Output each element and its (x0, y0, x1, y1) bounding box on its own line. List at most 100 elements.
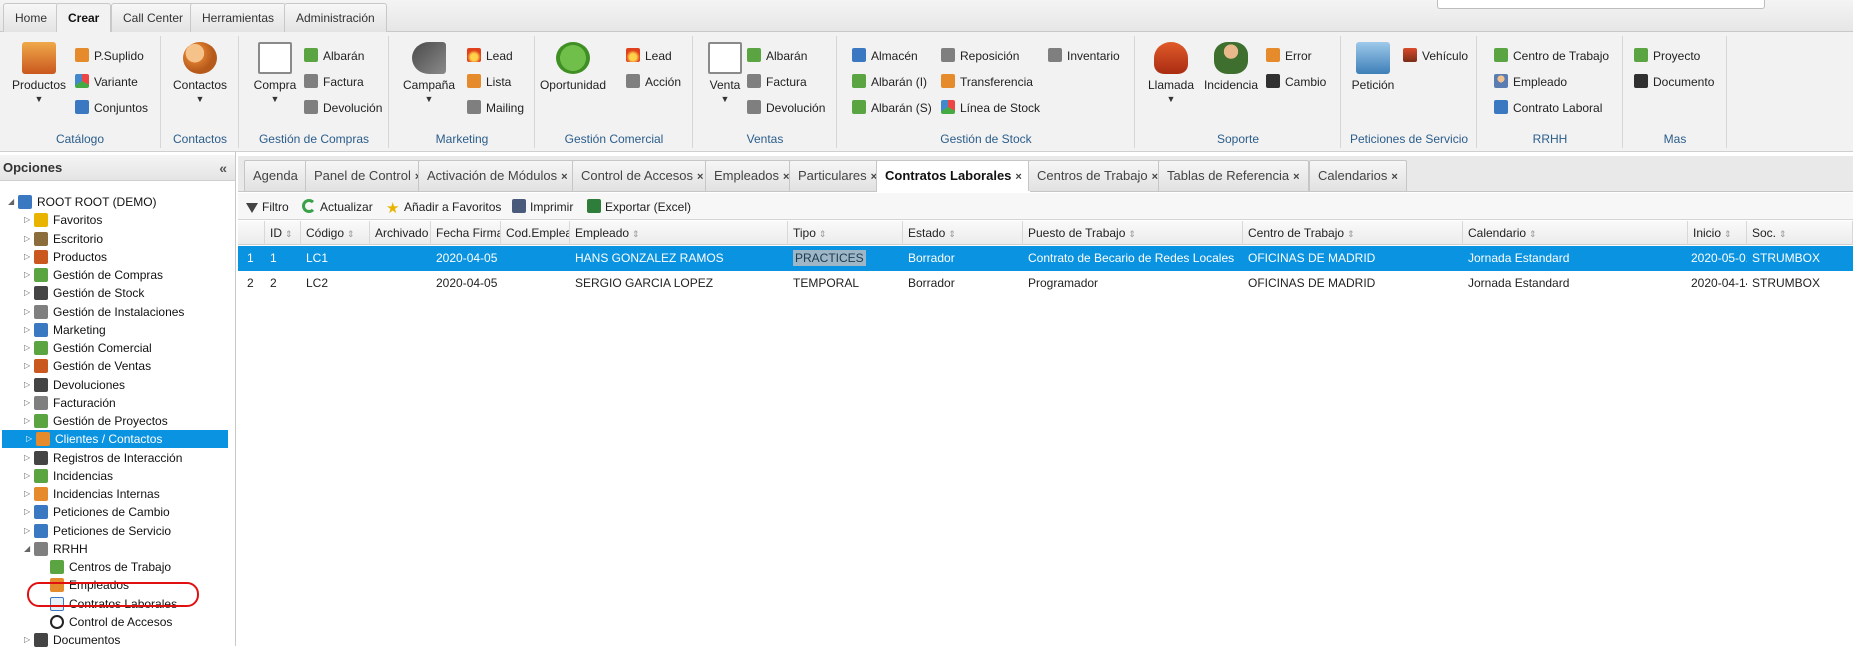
ventas-factura-button[interactable]: Factura (747, 73, 807, 91)
column-header-id[interactable]: ID ⇕ (265, 221, 301, 245)
compras-devolucion-button[interactable]: Devolución (304, 99, 382, 117)
column-header-inicio[interactable]: Inicio ⇕ (1688, 221, 1747, 245)
lista-button[interactable]: Lista (467, 73, 511, 91)
expanded-arrow-icon[interactable]: ◢ (8, 193, 14, 211)
tree-item-incidencias-internas[interactable]: ▷ Incidencias Internas (0, 485, 226, 503)
collapsed-arrow-icon[interactable]: ▷ (24, 631, 30, 649)
column-header-codigo[interactable]: Código ⇕ (301, 221, 370, 245)
empleado-button[interactable]: Empleado (1494, 73, 1567, 91)
contrato-laboral-button[interactable]: Contrato Laboral (1494, 99, 1602, 117)
collapsed-arrow-icon[interactable]: ▷ (24, 284, 30, 302)
tree-item-gestion-de-stock[interactable]: ▷ Gestión de Stock (0, 284, 226, 302)
collapsed-arrow-icon[interactable]: ▷ (24, 266, 30, 284)
tab-panel-de-control[interactable]: Panel de Control× (305, 160, 431, 191)
sort-icon[interactable]: ⇕ (948, 229, 956, 239)
collapsed-arrow-icon[interactable]: ▷ (24, 467, 30, 485)
collapsed-arrow-icon[interactable]: ▷ (24, 321, 30, 339)
ventas-albaran-button[interactable]: Albarán (747, 47, 807, 65)
tree-item-gestion-de-instalaciones[interactable]: ▷ Gestión de Instalaciones (0, 303, 226, 321)
tab-particulares[interactable]: Particulares × (789, 160, 887, 191)
inventario-button[interactable]: Inventario (1048, 47, 1120, 65)
collapsed-arrow-icon[interactable]: ▷ (24, 376, 30, 394)
filtro-button[interactable]: Filtro (246, 198, 289, 216)
sort-icon[interactable]: ⇕ (285, 229, 293, 239)
collapsed-arrow-icon[interactable]: ▷ (24, 412, 30, 430)
tree-item-productos[interactable]: ▷ Productos (0, 248, 226, 266)
tree-item-gestion-de-ventas[interactable]: ▷ Gestión de Ventas (0, 357, 226, 375)
column-header-soc[interactable]: Soc. ⇕ (1747, 221, 1853, 245)
close-tab-icon[interactable]: × (1293, 171, 1299, 183)
column-header-fecha-firma[interactable]: Fecha Firma (431, 221, 501, 245)
tree-item-centros-de-trabajo[interactable]: Centros de Trabajo (0, 558, 226, 576)
close-tab-icon[interactable]: × (561, 171, 567, 183)
tree-item-root-root-demo[interactable]: ◢ ROOT ROOT (DEMO) (0, 193, 226, 211)
tree-item-registros-de-interaccion[interactable]: ▷ Registros de Interacción (0, 449, 226, 467)
cambio-button[interactable]: Cambio (1266, 73, 1326, 91)
column-header-tipo[interactable]: Tipo ⇕ (788, 221, 903, 245)
mailing-button[interactable]: Mailing (467, 99, 524, 117)
sort-icon[interactable]: ⇕ (1347, 229, 1355, 239)
transferencia-button[interactable]: Transferencia (941, 73, 1033, 91)
tree-item-marketing[interactable]: ▷ Marketing (0, 321, 226, 339)
expanded-arrow-icon[interactable]: ◢ (24, 540, 30, 558)
tree-item-rrhh[interactable]: ◢ RRHH (0, 540, 226, 558)
albaran-entrada-button[interactable]: Albarán (I) (852, 73, 927, 91)
collapsed-arrow-icon[interactable]: ▷ (24, 230, 30, 248)
documento-button[interactable]: Documento (1634, 73, 1714, 91)
tab-tablas-de-referencia[interactable]: Tablas de Referencia × (1158, 160, 1309, 191)
contactos-button[interactable]: Contactos ▼ (169, 40, 231, 104)
collapsed-arrow-icon[interactable]: ▷ (24, 248, 30, 266)
sort-icon[interactable]: ⇕ (1128, 229, 1136, 239)
tree-item-incidencias[interactable]: ▷ Incidencias (0, 467, 226, 485)
tree-item-peticiones-de-servicio[interactable]: ▷ Peticiones de Servicio (0, 522, 226, 540)
tree-item-gestion-de-proyectos[interactable]: ▷ Gestión de Proyectos (0, 412, 226, 430)
column-header-cod-empleado[interactable]: Cod.Empleado (501, 221, 570, 245)
conjuntos-button[interactable]: Conjuntos (75, 99, 148, 117)
menu-tab-call-center[interactable]: Call Center (111, 3, 196, 32)
tree-item-gestion-comercial[interactable]: ▷ Gestión Comercial (0, 339, 226, 357)
oportunidad-button[interactable]: Oportunidad (538, 40, 608, 92)
ventas-devolucion-button[interactable]: Devolución (747, 99, 825, 117)
marketing-lead-button[interactable]: Lead (467, 47, 513, 65)
tab-empleados[interactable]: Empleados × (705, 160, 799, 191)
tree-item-documentos[interactable]: ▷ Documentos (0, 631, 226, 649)
collapsed-arrow-icon[interactable]: ▷ (24, 394, 30, 412)
compras-albaran-button[interactable]: Albarán (304, 47, 364, 65)
collapse-panel-icon[interactable]: « (219, 155, 227, 181)
menu-tab-crear[interactable]: Crear (56, 3, 112, 33)
comercial-lead-button[interactable]: Lead (626, 47, 672, 65)
close-tab-icon[interactable]: × (1391, 171, 1397, 183)
error-button[interactable]: Error (1266, 47, 1312, 65)
proyecto-button[interactable]: Proyecto (1634, 47, 1700, 65)
collapsed-arrow-icon[interactable]: ▷ (24, 357, 30, 375)
tree-item-escritorio[interactable]: ▷ Escritorio (0, 230, 226, 248)
tree-item-control-de-accesos[interactable]: Control de Accesos (0, 613, 226, 631)
tab-control-de-accesos[interactable]: Control de Accesos × (572, 160, 713, 191)
collapsed-arrow-icon[interactable]: ▷ (26, 430, 32, 448)
menu-tab-herramientas[interactable]: Herramientas (190, 3, 287, 32)
table-row[interactable]: 1 1 LC1 2020-04-05 HANS GONZALEZ RAMOS PRACTI… (238, 246, 1853, 271)
column-header-empleado[interactable]: Empleado ⇕ (570, 221, 788, 245)
column-header-archivado[interactable]: Archivado (370, 221, 431, 245)
incidencia-button[interactable]: Incidencia (1200, 40, 1262, 92)
top-search-box[interactable] (1437, 0, 1765, 9)
campana-button[interactable]: Campaña ▼ (398, 40, 460, 104)
collapsed-arrow-icon[interactable]: ▷ (24, 503, 30, 521)
productos-button[interactable]: Productos ▼ (8, 40, 70, 104)
p-suplido-button[interactable]: P.Suplido (75, 47, 144, 65)
sort-icon[interactable]: ⇕ (1724, 229, 1732, 239)
close-tab-icon[interactable]: × (1015, 171, 1021, 183)
column-header-puesto-de-trabajo[interactable]: Puesto de Trabajo ⇕ (1023, 221, 1243, 245)
collapsed-arrow-icon[interactable]: ▷ (24, 485, 30, 503)
peticion-button[interactable]: Petición (1342, 40, 1404, 92)
column-header-estado[interactable]: Estado ⇕ (903, 221, 1023, 245)
tab-contratos-laborales[interactable]: Contratos Laborales × (876, 160, 1031, 192)
llamada-button[interactable]: Llamada ▼ (1140, 40, 1202, 104)
sort-icon[interactable]: ⇕ (1529, 229, 1537, 239)
variante-button[interactable]: Variante (75, 73, 138, 91)
menu-tab-home[interactable]: Home (3, 3, 60, 32)
exportar-excel-button[interactable]: Exportar (Excel) (587, 198, 691, 216)
collapsed-arrow-icon[interactable]: ▷ (24, 449, 30, 467)
reposicion-button[interactable]: Reposición (941, 47, 1019, 65)
column-header-centro-de-trabajo[interactable]: Centro de Trabajo ⇕ (1243, 221, 1463, 245)
